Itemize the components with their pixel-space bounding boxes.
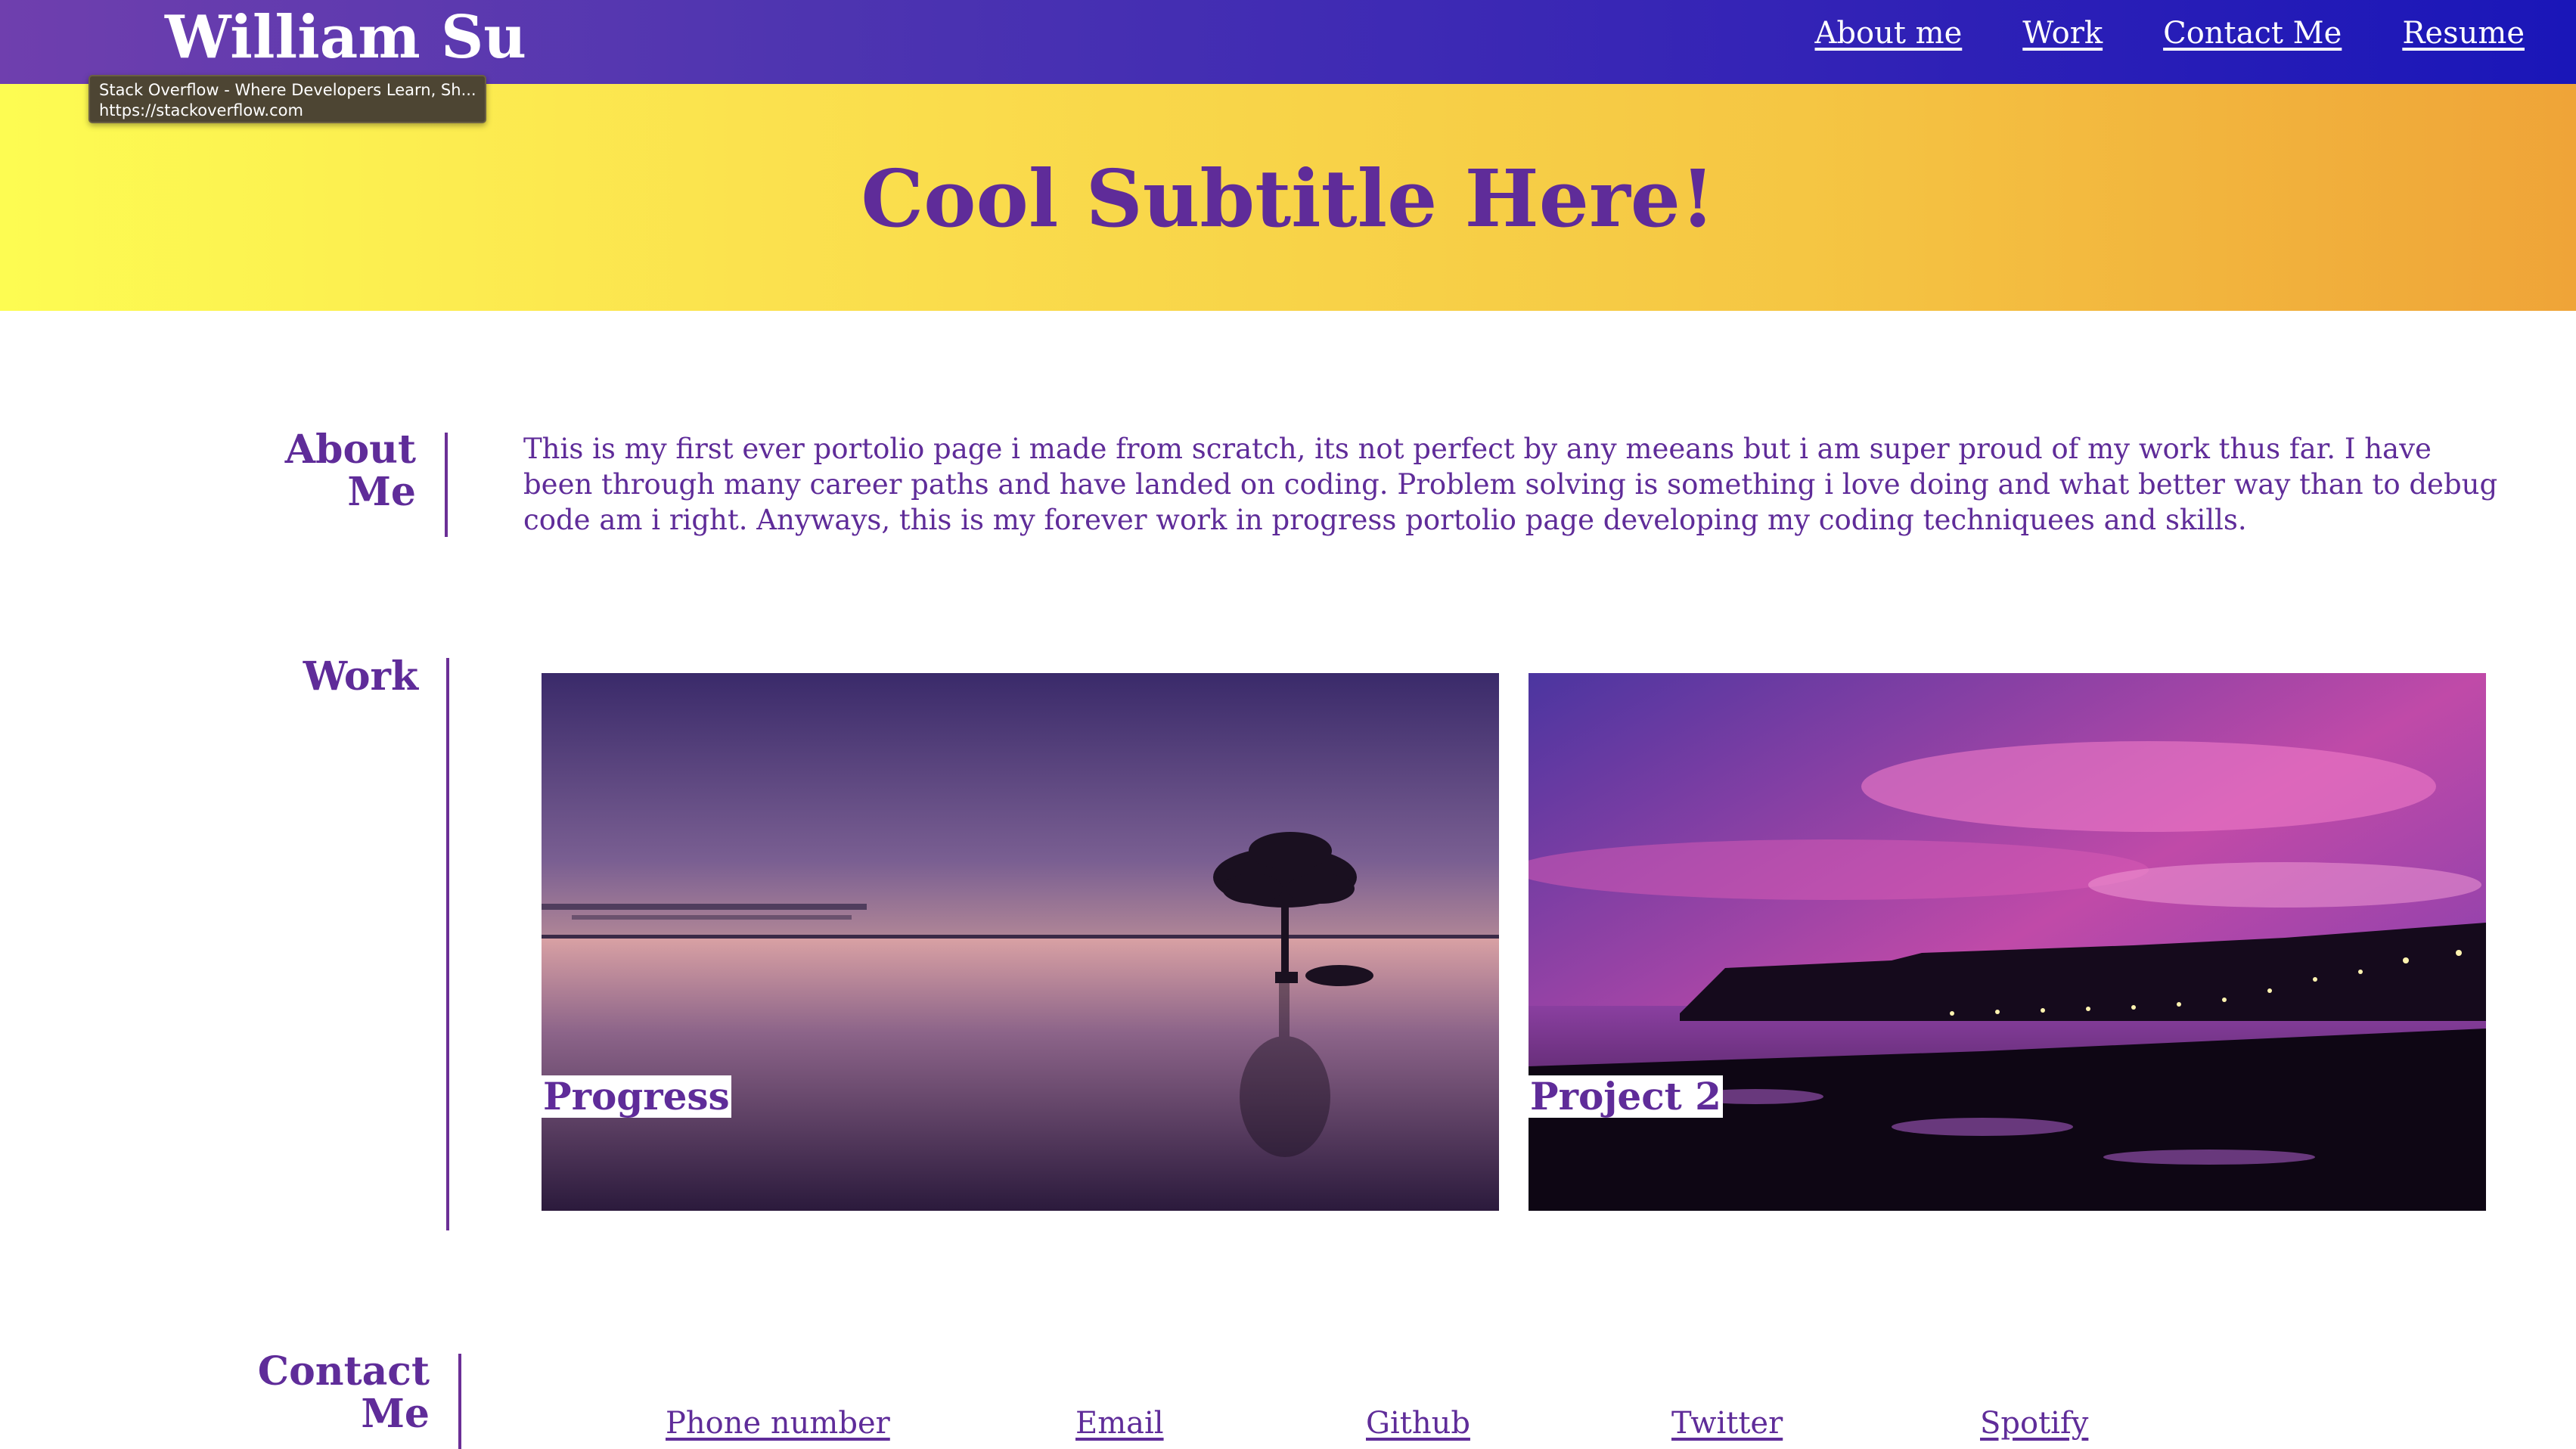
site-name[interactable]: William Su [165,2,526,74]
coastal-night-town-image [1529,673,2486,1211]
nav-work-link[interactable]: Work [2022,11,2103,56]
work-heading-text: Work [303,653,418,700]
main-nav: About me Work Contact Me Resume [1815,11,2525,56]
contact-divider [458,1354,461,1449]
work-divider [446,658,449,1230]
project-label-progress: Progress [542,1074,731,1119]
project-label-project-2: Project 2 [1529,1074,1723,1119]
contact-twitter-link[interactable]: Twitter [1671,1401,1783,1446]
nav-about-me-link[interactable]: About me [1815,11,1963,56]
contact-heading: Contact Me [189,1351,430,1435]
link-tooltip: Stack Overflow - Where Developers Learn,… [88,75,486,123]
about-divider [445,433,448,537]
top-navbar: William Su About me Work Contact Me Resu… [0,0,2576,84]
hero-title: Cool Subtitle Here! [861,152,1715,245]
contact-heading-text: Contact Me [257,1348,430,1437]
about-heading: About Me [250,429,416,514]
contact-github-link[interactable]: Github [1366,1401,1470,1446]
tooltip-url: https://stackoverflow.com [99,101,303,119]
contact-email-link[interactable]: Email [1075,1401,1164,1446]
nav-contact-me-link[interactable]: Contact Me [2163,11,2342,56]
sunset-lake-tree-image [542,673,1499,1211]
about-heading-text: About Me [284,427,416,515]
about-text: This is my first ever portolio page i ma… [523,433,2498,536]
project-card-progress[interactable]: Progress [542,673,1499,1211]
work-heading: Work [250,656,418,698]
project-card-project-2[interactable]: Project 2 [1529,673,2486,1211]
tooltip-title: Stack Overflow - Where Developers Learn,… [99,81,476,99]
nav-resume-link[interactable]: Resume [2402,11,2525,56]
contact-phone-link[interactable]: Phone number [666,1401,890,1446]
contact-spotify-link[interactable]: Spotify [1980,1401,2088,1446]
